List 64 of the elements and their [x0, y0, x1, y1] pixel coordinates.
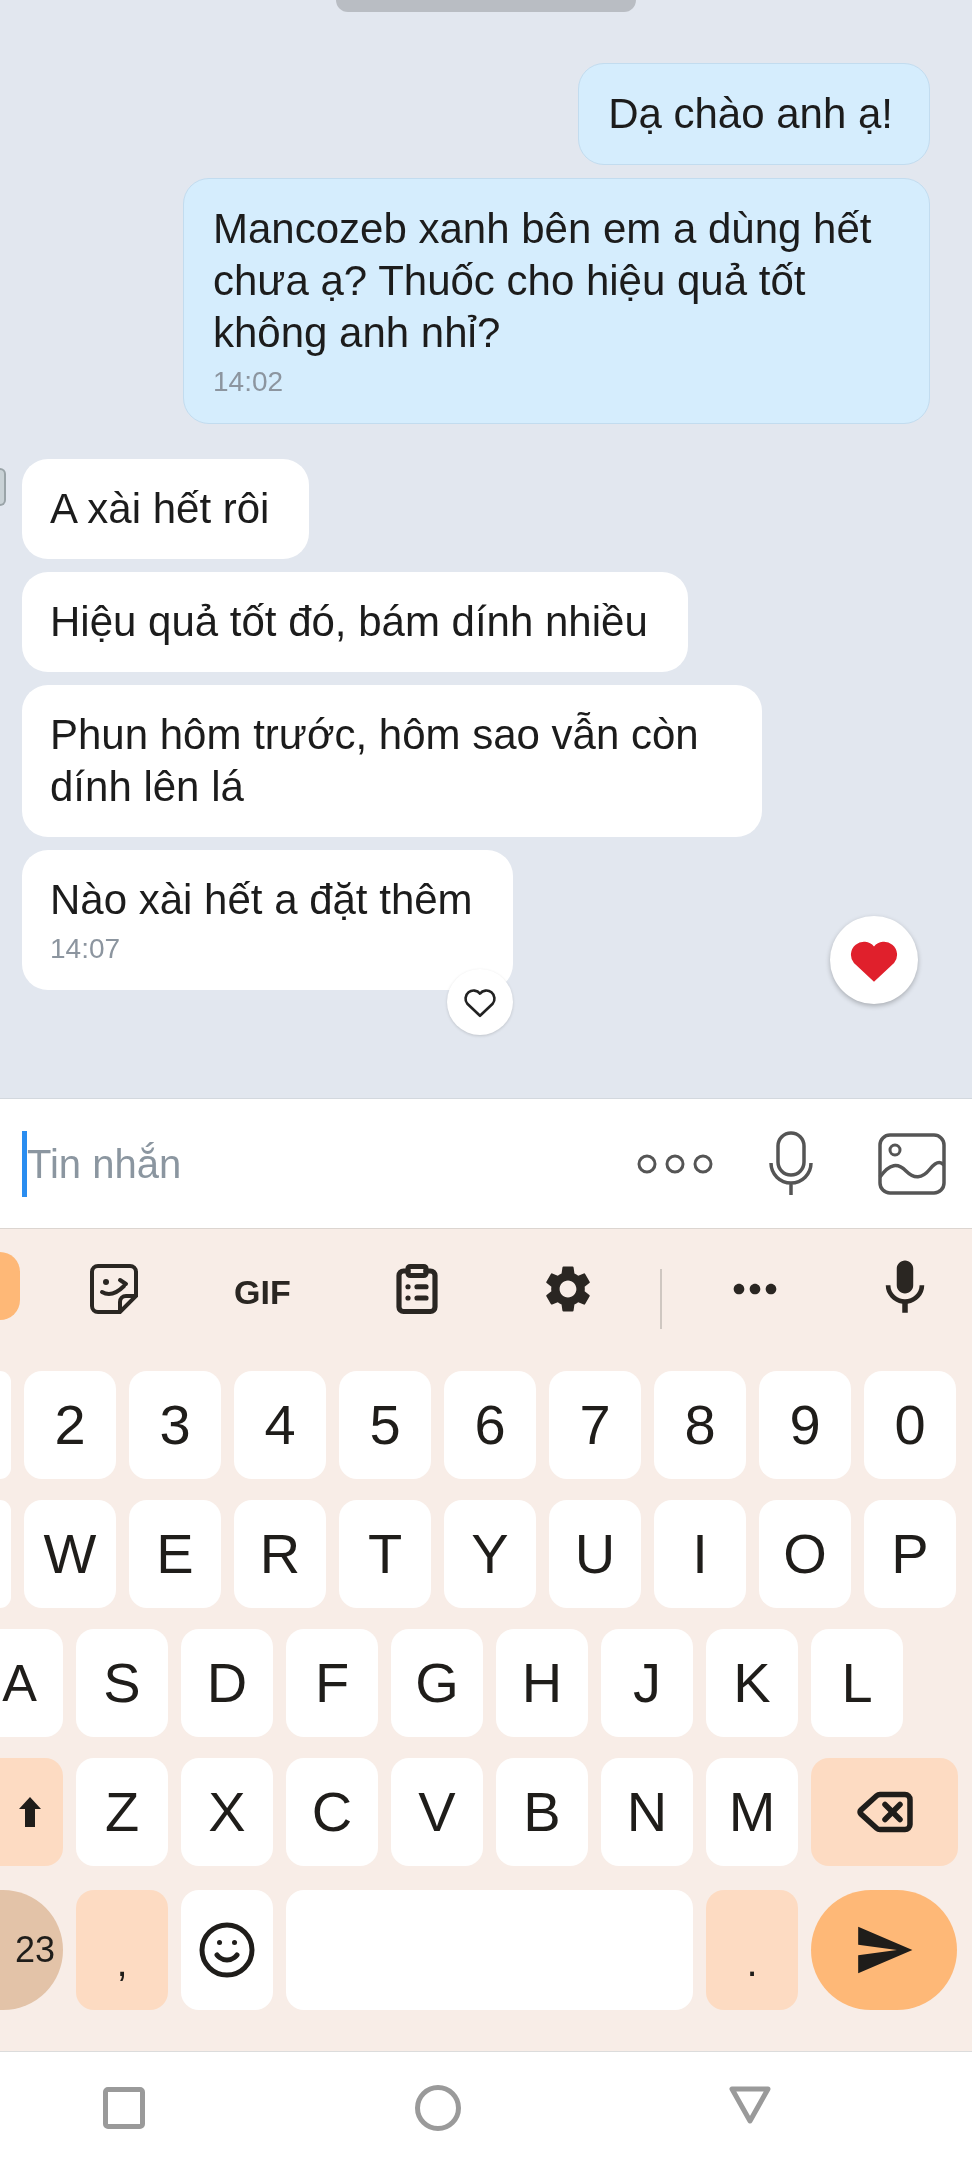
symbols-key[interactable]: 23	[0, 1890, 63, 2010]
key[interactable]: 8	[654, 1371, 746, 1479]
key[interactable]: O	[759, 1500, 851, 1608]
key[interactable]: F	[286, 1629, 378, 1737]
message-text: A xài hết rôi	[50, 484, 270, 534]
key[interactable]: L	[811, 1629, 903, 1737]
key[interactable]: G	[391, 1629, 483, 1737]
message-text: Nào xài hết a đặt thêm	[50, 875, 473, 925]
key[interactable]: U	[549, 1500, 641, 1608]
smiley-icon	[197, 1920, 257, 1980]
key[interactable]: B	[496, 1758, 588, 1866]
punctuation-key[interactable]: .	[706, 1890, 798, 2010]
message-time: 14:07	[50, 932, 122, 966]
key[interactable]: C	[286, 1758, 378, 1866]
heart-icon	[461, 986, 498, 1018]
key[interactable]: Z	[76, 1758, 168, 1866]
back-icon[interactable]	[728, 2085, 772, 2125]
text-cursor	[22, 1130, 27, 1197]
image-icon[interactable]	[878, 1132, 946, 1195]
key[interactable]: I	[654, 1500, 746, 1608]
gif-button[interactable]: GIF	[234, 1275, 291, 1309]
key[interactable]: D	[181, 1629, 273, 1737]
key[interactable]: M	[706, 1758, 798, 1866]
key[interactable]: X	[181, 1758, 273, 1866]
key[interactable]: R	[234, 1500, 326, 1608]
key[interactable]: 0	[864, 1371, 956, 1479]
sticker-icon[interactable]	[90, 1264, 138, 1314]
key[interactable]: V	[391, 1758, 483, 1866]
punctuation-key[interactable]: ,	[76, 1890, 168, 2010]
key[interactable]: 5	[339, 1371, 431, 1479]
message-time: 14:02	[213, 365, 285, 399]
key[interactable]: A	[0, 1629, 63, 1737]
shift-icon	[19, 1797, 41, 1827]
key[interactable]: S	[76, 1629, 168, 1737]
avatar-edge	[0, 468, 6, 506]
key[interactable]: 4	[234, 1371, 326, 1479]
react-button[interactable]	[446, 969, 513, 1035]
more-icon[interactable]	[637, 1152, 713, 1175]
key[interactable]: W	[24, 1500, 116, 1608]
shift-key[interactable]	[0, 1758, 63, 1866]
message-text: Mancozeb xanh bên em a dùng hết chưa ạ? Thuốc cho hiệu quả tốt không anh nhỉ?	[213, 204, 873, 358]
home-button[interactable]	[415, 2085, 461, 2131]
key[interactable]: 7	[549, 1371, 641, 1479]
key[interactable]: Y	[444, 1500, 536, 1608]
key[interactable]: 2	[24, 1371, 116, 1479]
key[interactable]: K	[706, 1629, 798, 1737]
key[interactable]: J	[601, 1629, 693, 1737]
message-text: Hiệu quả tốt đó, bám dính nhiều	[50, 597, 648, 647]
microphone-icon[interactable]	[768, 1130, 814, 1197]
key[interactable]: E	[129, 1500, 221, 1608]
key[interactable]: N	[601, 1758, 693, 1866]
key[interactable]: P	[864, 1500, 956, 1608]
recents-button[interactable]	[103, 2087, 145, 2129]
key[interactable]: 3	[129, 1371, 221, 1479]
key[interactable]: T	[339, 1500, 431, 1608]
quick-reaction-button[interactable]	[830, 916, 918, 1004]
backspace-key[interactable]	[811, 1758, 958, 1866]
key[interactable]: 9	[759, 1371, 851, 1479]
emoji-key[interactable]	[181, 1890, 273, 2010]
key[interactable]: H	[496, 1629, 588, 1737]
message-text: Phun hôm trước, hôm sao vẫn còn dính lên lá	[50, 710, 700, 812]
key[interactable]: 6	[444, 1371, 536, 1479]
message-text: Dạ chào anh ạ!	[608, 89, 893, 139]
message-placeholder: Tin nhắn	[27, 1140, 182, 1188]
